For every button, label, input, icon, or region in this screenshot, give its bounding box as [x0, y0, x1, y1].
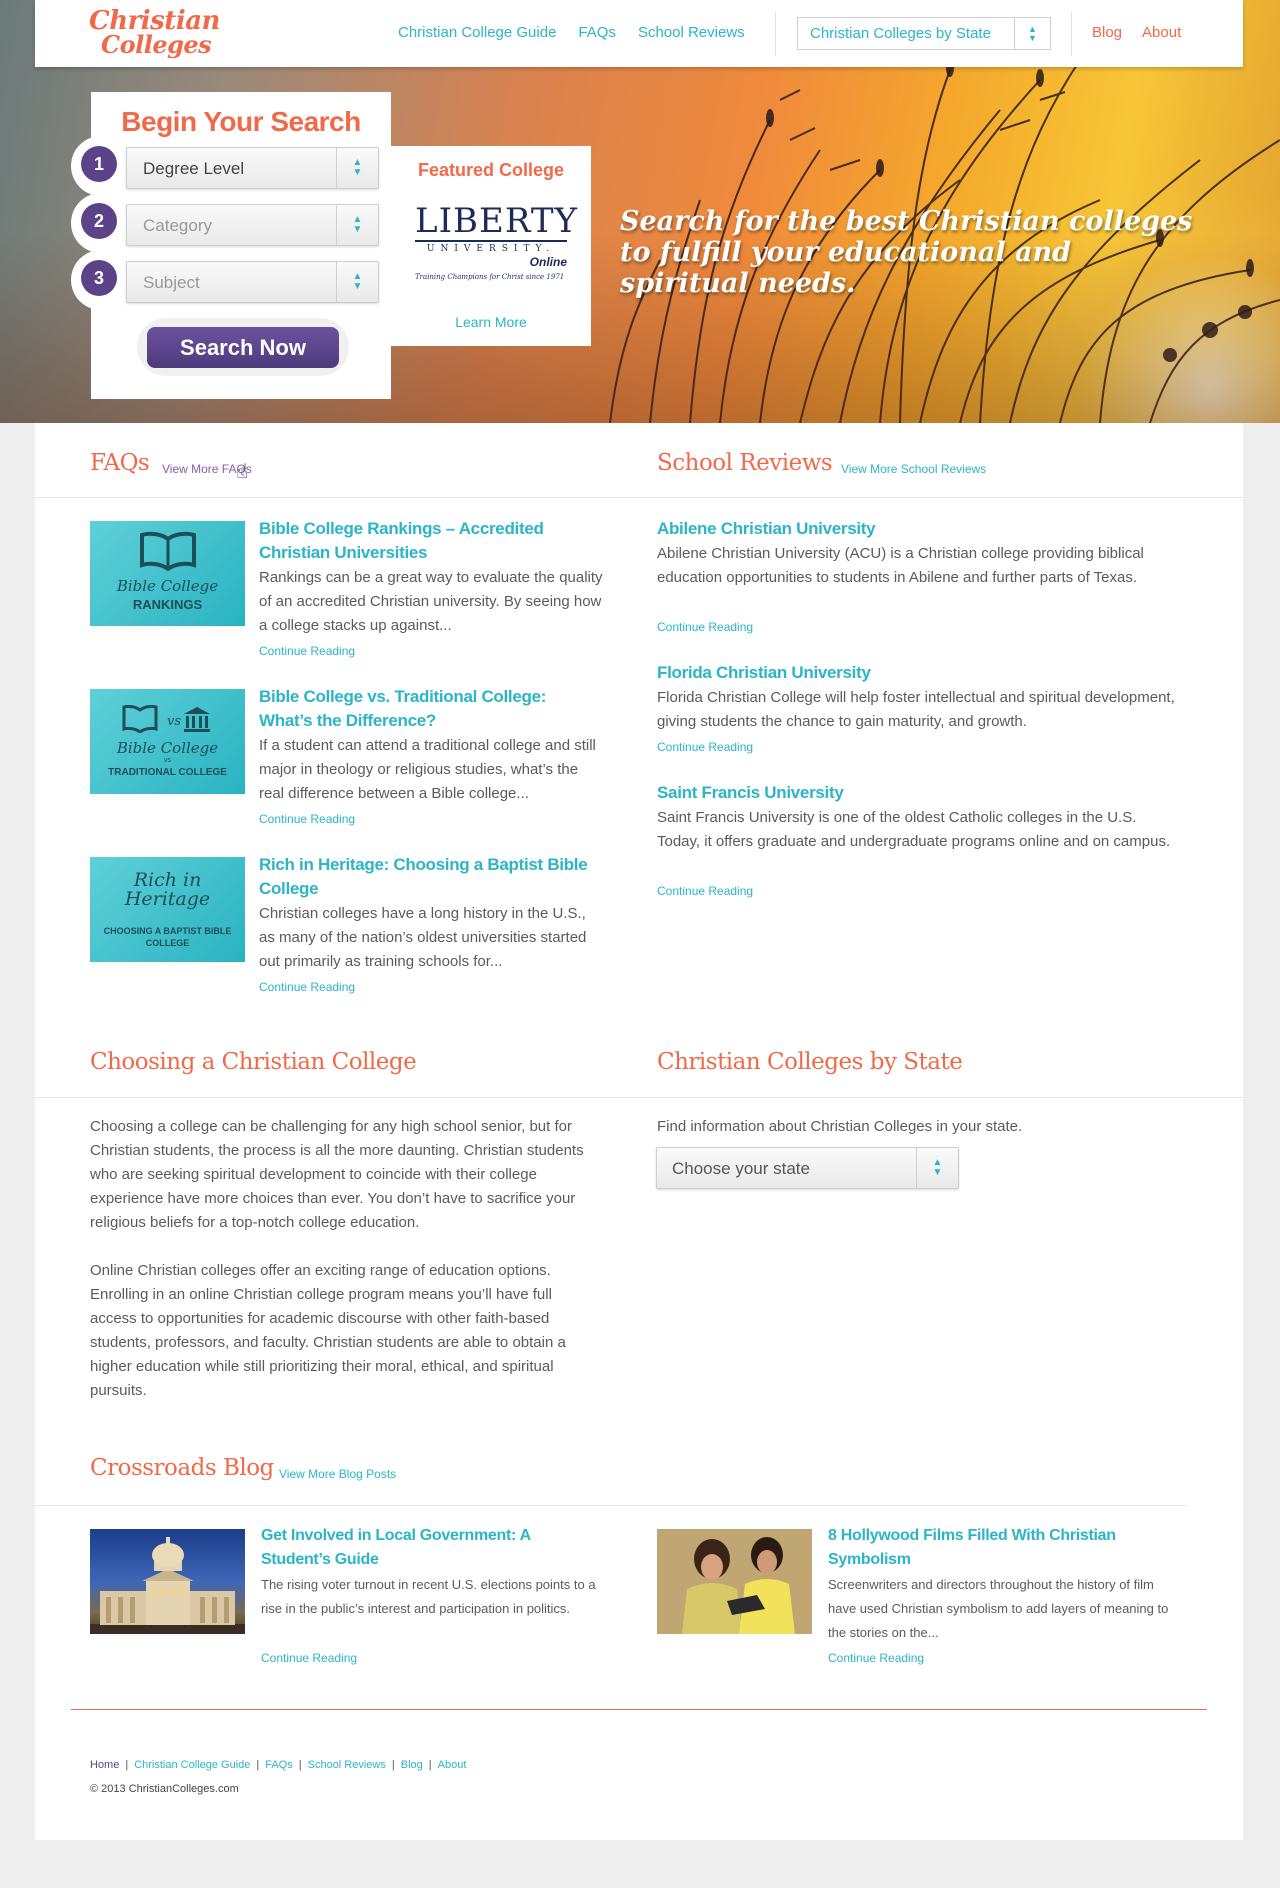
faq-excerpt: If a student can attend a traditional co…: [259, 737, 596, 802]
hero-tagline: Search for the best Christian colleges t…: [620, 206, 1193, 299]
nav-faqs[interactable]: FAQs: [578, 24, 616, 41]
footer-link-faqs[interactable]: FAQs: [265, 1759, 293, 1771]
faq-thumb-rankings[interactable]: Bible College RANKINGS: [90, 521, 245, 626]
logo-line2: Colleges: [101, 30, 212, 59]
subject-select[interactable]: Subject ▲ ▼: [126, 261, 379, 303]
review-excerpt: Abilene Christian University (ACU) is a …: [657, 545, 1144, 586]
review-excerpt: Saint Francis University is one of the o…: [657, 809, 1171, 850]
footer-link-about[interactable]: About: [438, 1759, 467, 1771]
featured-college-card: Featured College LIBERTY UNIVERSITY. Onl…: [391, 146, 591, 346]
faq-excerpt: Christian colleges have a long history i…: [259, 905, 587, 970]
continue-reading-link[interactable]: Continue Reading: [828, 1651, 924, 1665]
degree-level-select[interactable]: Degree Level ▲ ▼: [126, 147, 379, 189]
nav-divider: [1071, 12, 1072, 56]
learn-more-link[interactable]: Learn More: [391, 314, 591, 330]
liberty-logo[interactable]: LIBERTY UNIVERSITY. Online Training Cham…: [415, 204, 577, 281]
search-panel: Begin Your Search 1 Degree Level ▲ ▼ 2 Ca…: [71, 92, 391, 399]
svg-text:vs: vs: [167, 714, 181, 729]
by-state-heading: Christian Colleges by State: [657, 1049, 963, 1075]
faqs-divider: [35, 497, 621, 498]
blog-post-title[interactable]: 8 Hollywood Films Filled With Christian …: [828, 1524, 1168, 1572]
by-state-divider: [621, 1097, 1243, 1098]
blog-post-excerpt: Screenwriters and directors throughout t…: [828, 1577, 1169, 1640]
search-button-frame: Search Now: [137, 318, 349, 376]
main-nav: Christian College Guide FAQs School Revi…: [398, 24, 745, 41]
blog-post-title[interactable]: Get Involved in Local Government: A Stud…: [261, 1524, 601, 1572]
nav-blog[interactable]: Blog: [1092, 24, 1122, 41]
hand-cursor-icon: ☝: [236, 461, 249, 483]
step-1-badge: 1: [71, 136, 131, 196]
nav-school-reviews[interactable]: School Reviews: [638, 24, 745, 41]
blog-divider: [35, 1505, 1187, 1506]
faq-title[interactable]: Rich in Heritage: Choosing a Baptist Bib…: [259, 853, 599, 901]
faq-thumb-heritage[interactable]: Rich in Heritage CHOOSING A BAPTIST BIBL…: [90, 857, 245, 962]
faq-thumb-bible-vs-traditional[interactable]: vs Bible College vs TRADITIONAL COLLEGE: [90, 689, 245, 794]
by-state-text: Find information about Christian College…: [657, 1118, 1023, 1135]
state-dropdown-header[interactable]: Christian Colleges by State ▲ ▼: [797, 17, 1051, 50]
site-header: Christian Colleges Christian College Gui…: [35, 0, 1243, 67]
search-now-button[interactable]: Search Now: [147, 327, 339, 368]
faq-title[interactable]: Bible College vs. Traditional College: W…: [259, 685, 599, 733]
open-book-icon: [140, 531, 196, 571]
copyright-text: © 2013 ChristianColleges.com: [90, 1783, 239, 1795]
review-title[interactable]: Saint Francis University: [657, 781, 1197, 805]
updown-arrow-icon: ▲ ▼: [1014, 18, 1050, 49]
faq-excerpt: Rankings can be a great way to evaluate …: [259, 569, 603, 634]
review-title[interactable]: Abilene Christian University: [657, 517, 1197, 541]
review-title[interactable]: Florida Christian University: [657, 661, 1197, 685]
footer-link-guide[interactable]: Christian College Guide: [134, 1759, 250, 1771]
step-2-badge: 2: [71, 193, 131, 253]
blog-heading: Crossroads Blog: [90, 1455, 274, 1481]
reviews-divider: [621, 497, 1243, 498]
site-logo[interactable]: Christian Colleges: [89, 8, 220, 59]
continue-reading-link[interactable]: Continue Reading: [657, 620, 753, 634]
choosing-paragraph-2: Online Christian colleges offer an excit…: [90, 1262, 566, 1399]
choosing-paragraph-1: Choosing a college can be challenging fo…: [90, 1118, 584, 1231]
faq-title[interactable]: Bible College Rankings – Accredited Chri…: [259, 517, 599, 565]
featured-title: Featured College: [417, 160, 565, 180]
state-dropdown-value: Christian Colleges by State: [810, 25, 991, 42]
continue-reading-link[interactable]: Continue Reading: [657, 884, 753, 898]
capitol-building-image: [90, 1537, 245, 1634]
school-reviews-heading: School Reviews: [657, 450, 833, 476]
footer-link-home[interactable]: Home: [90, 1759, 119, 1771]
book-and-building-icon: vs: [122, 705, 210, 733]
search-title: Begin Your Search: [121, 106, 361, 137]
blog-image-capitol[interactable]: [90, 1529, 245, 1634]
updown-arrow-icon: ▲ ▼: [336, 148, 378, 188]
footer-nav: Home | Christian College Guide | FAQs | School…: [90, 1759, 467, 1771]
secondary-nav: Blog About: [1092, 24, 1181, 41]
nav-divider: [775, 12, 776, 56]
continue-reading-link[interactable]: Continue Reading: [657, 740, 753, 754]
continue-reading-link[interactable]: Continue Reading: [259, 980, 355, 994]
faqs-heading: FAQs: [90, 450, 150, 476]
footer-link-blog[interactable]: Blog: [401, 1759, 423, 1771]
step-3-badge: 3: [71, 250, 131, 310]
view-more-blog-link[interactable]: View More Blog Posts: [279, 1467, 396, 1481]
choosing-heading: Choosing a Christian College: [90, 1049, 417, 1075]
choosing-divider: [35, 1097, 621, 1098]
continue-reading-link[interactable]: Continue Reading: [259, 644, 355, 658]
blog-post-excerpt: The rising voter turnout in recent U.S. …: [261, 1577, 596, 1616]
updown-arrow-icon: ▲ ▼: [336, 205, 378, 245]
review-excerpt: Florida Christian College will help fost…: [657, 689, 1175, 730]
nav-christian-college-guide[interactable]: Christian College Guide: [398, 24, 556, 41]
choose-state-select[interactable]: Choose your state ▲ ▼: [656, 1147, 959, 1189]
updown-arrow-icon: ▲ ▼: [336, 262, 378, 302]
continue-reading-link[interactable]: Continue Reading: [259, 812, 355, 826]
film-still-image: [657, 1529, 812, 1634]
view-more-reviews-link[interactable]: View More School Reviews: [841, 462, 986, 476]
footer-link-reviews[interactable]: School Reviews: [308, 1759, 386, 1771]
footer-divider: [71, 1709, 1207, 1710]
updown-arrow-icon: ▲ ▼: [916, 1148, 958, 1188]
nav-about[interactable]: About: [1142, 24, 1181, 41]
blog-image-film[interactable]: [657, 1529, 812, 1634]
continue-reading-link[interactable]: Continue Reading: [261, 1651, 357, 1665]
category-select[interactable]: Category ▲ ▼: [126, 204, 379, 246]
